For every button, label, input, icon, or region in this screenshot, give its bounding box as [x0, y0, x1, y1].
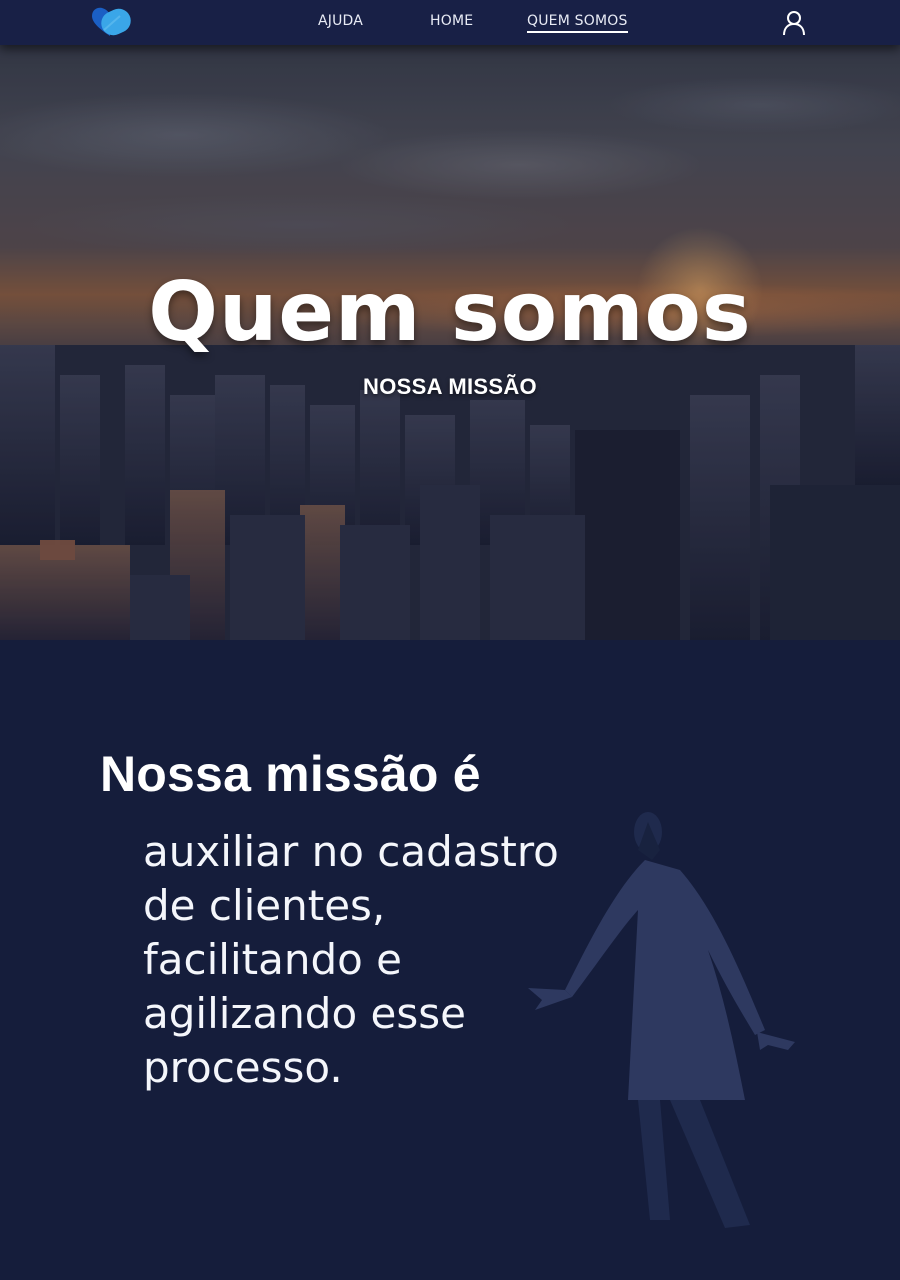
hero-section: Quem somos NOSSA MISSÃO [0, 45, 900, 640]
hero-subtitle: NOSSA MISSÃO [363, 374, 537, 399]
nav-link-ajuda[interactable]: AJUDA [318, 13, 363, 29]
nav-link-quem-somos[interactable]: QUEM SOMOS [527, 13, 628, 33]
heart-pill-logo-icon[interactable] [90, 6, 132, 40]
user-icon[interactable] [780, 9, 808, 37]
mission-text: auxiliar no cadastro de clientes, facili… [143, 827, 559, 1092]
mission-heading: Nossa missão é [100, 746, 481, 802]
nav-link-home[interactable]: HOME [430, 13, 473, 29]
hero-title: Quem somos [148, 265, 752, 360]
mission-section: Nossa missão é auxiliar no cadastro de c… [0, 640, 900, 1280]
navbar: AJUDA HOME QUEM SOMOS [0, 0, 900, 45]
